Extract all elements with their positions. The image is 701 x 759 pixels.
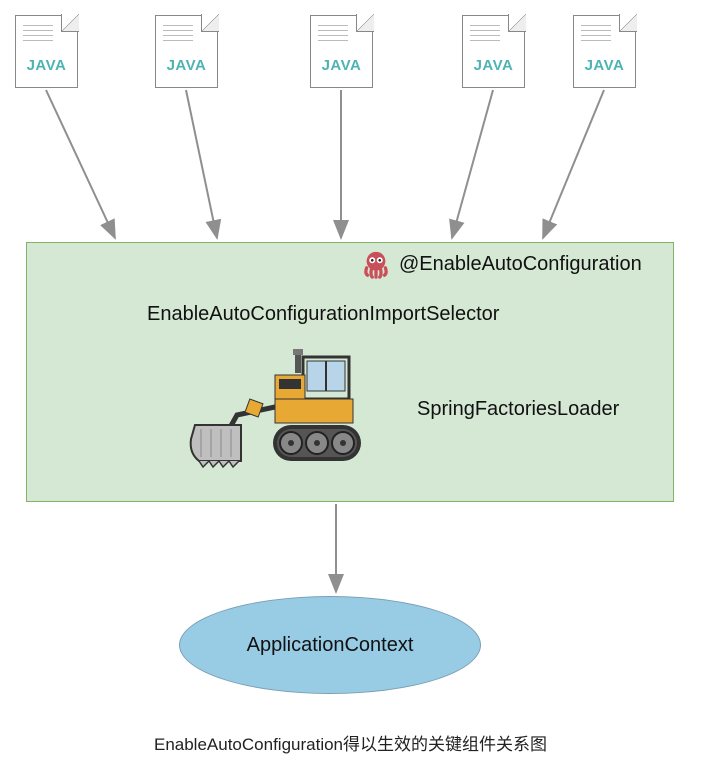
application-context-node: ApplicationContext xyxy=(179,596,481,694)
java-file-3: JAVA xyxy=(310,15,373,88)
enable-auto-config-annotation: @EnableAutoConfiguration xyxy=(399,253,642,276)
fold-icon xyxy=(356,14,374,32)
main-config-box: @EnableAutoConfiguration EnableAutoConfi… xyxy=(26,242,674,502)
bulldozer-icon xyxy=(187,343,387,473)
fold-icon xyxy=(619,14,637,32)
java-file-5: JAVA xyxy=(573,15,636,88)
java-label: JAVA xyxy=(462,57,525,74)
java-label: JAVA xyxy=(15,57,78,74)
application-context-label: ApplicationContext xyxy=(247,634,414,657)
java-label: JAVA xyxy=(573,57,636,74)
spring-factories-loader-text: SpringFactoriesLoader xyxy=(417,398,619,421)
java-file-1: JAVA xyxy=(15,15,78,88)
fold-icon xyxy=(61,14,79,32)
fold-icon xyxy=(201,14,219,32)
fold-icon xyxy=(508,14,526,32)
import-selector-text: EnableAutoConfigurationImportSelector xyxy=(147,303,499,326)
java-file-4: JAVA xyxy=(462,15,525,88)
java-label: JAVA xyxy=(155,57,218,74)
java-label: JAVA xyxy=(310,57,373,74)
diagram-caption: EnableAutoConfiguration得以生效的关键组件关系图 xyxy=(0,730,701,755)
octopus-icon xyxy=(361,249,391,279)
java-file-2: JAVA xyxy=(155,15,218,88)
